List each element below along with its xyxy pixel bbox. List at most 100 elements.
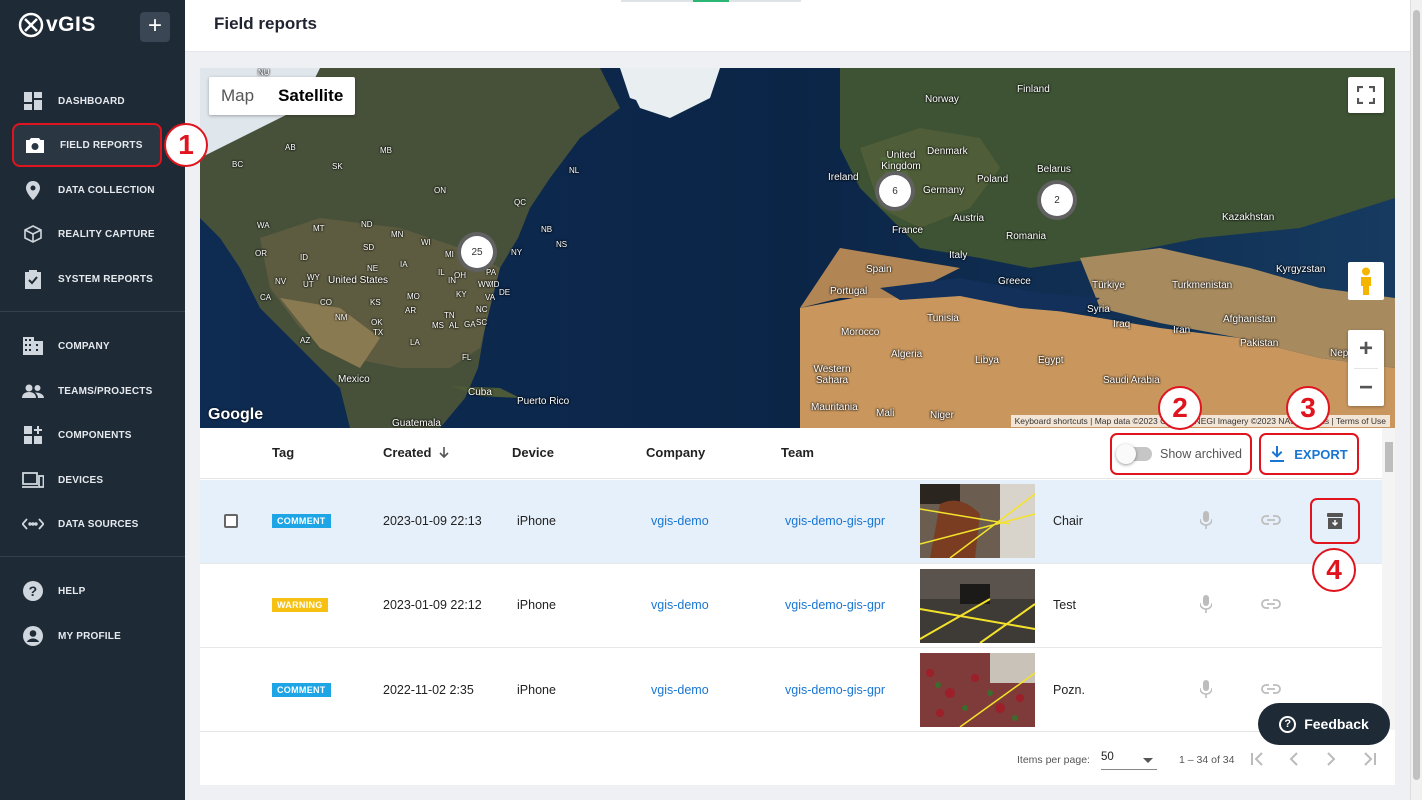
- page-scrollbar-thumb[interactable]: [1413, 10, 1420, 780]
- table-row[interactable]: COMMENT 2023-01-09 22:13 iPhone vgis-dem…: [200, 480, 1382, 564]
- map-label: AR: [405, 306, 417, 315]
- zoom-in-button[interactable]: +: [1348, 330, 1384, 368]
- column-header-created[interactable]: Created: [383, 445, 449, 460]
- code-arrows-icon: [22, 513, 44, 535]
- column-header-company[interactable]: Company: [646, 445, 705, 460]
- sidebar-item-field-reports[interactable]: FIELD REPORTS: [12, 123, 162, 167]
- export-button[interactable]: EXPORT: [1259, 433, 1359, 475]
- map-label: FL: [462, 353, 472, 362]
- street-view-pegman[interactable]: [1348, 262, 1384, 300]
- loading-indicator: [621, 0, 801, 2]
- sidebar-item-label: TEAMS/PROJECTS: [58, 385, 153, 397]
- photo-thumbnail: [920, 653, 1035, 727]
- sidebar-item-help[interactable]: ? HELP: [12, 569, 162, 613]
- add-button[interactable]: +: [140, 12, 170, 42]
- minus-icon: −: [1358, 374, 1373, 401]
- map-label: IA: [400, 260, 408, 269]
- sidebar-item-devices[interactable]: DEVICES: [12, 458, 162, 502]
- map-cluster-marker[interactable]: 2: [1037, 180, 1077, 220]
- microphone-icon[interactable]: [1196, 510, 1216, 530]
- top-bar: Field reports: [185, 0, 1410, 52]
- team-link[interactable]: vgis-demo-gis-gpr: [785, 514, 885, 528]
- map-label: NB: [541, 225, 553, 234]
- items-per-page-select[interactable]: 50: [1101, 748, 1157, 770]
- map-cluster-marker[interactable]: 6: [875, 171, 915, 211]
- company-link[interactable]: vgis-demo: [651, 598, 709, 612]
- map-label: NU: [258, 68, 270, 77]
- microphone-icon[interactable]: [1196, 594, 1216, 614]
- pegman-icon: [1361, 267, 1371, 295]
- sidebar-item-company[interactable]: COMPANY: [12, 324, 162, 368]
- column-header-tag[interactable]: Tag: [272, 445, 294, 460]
- row-checkbox[interactable]: [224, 514, 238, 528]
- map-label: Norway: [925, 94, 959, 105]
- map-label: BC: [232, 160, 244, 169]
- page-scrollbar[interactable]: [1410, 0, 1422, 800]
- map-label: MS: [432, 321, 444, 330]
- map-label: Syria: [1087, 304, 1110, 315]
- table-scrollbar-thumb[interactable]: [1385, 442, 1393, 472]
- map-label: Italy: [949, 250, 968, 261]
- map-attribution[interactable]: Keyboard shortcuts | Map data ©2023 Goog…: [1010, 415, 1390, 427]
- people-icon: [22, 380, 44, 402]
- map-type-control: Map Satellite: [209, 77, 356, 115]
- sidebar-item-system-reports[interactable]: SYSTEM REPORTS: [12, 257, 162, 301]
- table-row[interactable]: COMMENT 2022-11-02 2:35 iPhone vgis-demo…: [200, 648, 1382, 732]
- toggle-switch[interactable]: [1116, 444, 1152, 464]
- report-thumbnail[interactable]: [920, 653, 1035, 727]
- sidebar-item-data-sources[interactable]: DATA SOURCES: [12, 502, 162, 546]
- map-label: Denmark: [927, 146, 968, 157]
- link-icon[interactable]: [1259, 510, 1283, 530]
- team-link[interactable]: vgis-demo-gis-gpr: [785, 683, 885, 697]
- annotation-badge: 1: [164, 123, 208, 167]
- table-scrollbar[interactable]: [1382, 428, 1395, 730]
- plus-icon: +: [1358, 335, 1373, 362]
- link-icon[interactable]: [1259, 594, 1283, 614]
- satellite-imagery: [200, 68, 1395, 428]
- app-logo[interactable]: vGIS: [18, 12, 96, 38]
- last-page-button[interactable]: [1358, 748, 1380, 770]
- map-type-satellite-button[interactable]: Satellite: [266, 77, 355, 115]
- table-row[interactable]: WARNING 2023-01-09 22:12 iPhone vgis-dem…: [200, 564, 1382, 648]
- tag-badge: WARNING: [272, 598, 328, 612]
- previous-page-button[interactable]: [1283, 748, 1305, 770]
- map-label: Romania: [1006, 231, 1047, 242]
- column-header-device[interactable]: Device: [512, 445, 554, 460]
- microphone-icon[interactable]: [1196, 679, 1216, 699]
- company-link[interactable]: vgis-demo: [651, 683, 709, 697]
- next-page-button[interactable]: [1320, 748, 1342, 770]
- map-label: Belarus: [1037, 164, 1071, 175]
- items-per-page-label: Items per page:: [1017, 754, 1090, 766]
- show-archived-toggle[interactable]: Show archived: [1110, 433, 1252, 475]
- device-cell: iPhone: [517, 683, 556, 697]
- link-icon[interactable]: [1259, 679, 1283, 699]
- team-link[interactable]: vgis-demo-gis-gpr: [785, 598, 885, 612]
- map-label: MN: [391, 230, 404, 239]
- sidebar-item-teams-projects[interactable]: TEAMS/PROJECTS: [12, 369, 162, 413]
- map-type-map-button[interactable]: Map: [209, 77, 266, 115]
- page-range-label: 1 – 34 of 34: [1179, 754, 1235, 766]
- fullscreen-button[interactable]: [1348, 77, 1384, 113]
- first-page-button[interactable]: [1247, 748, 1269, 770]
- feedback-button[interactable]: ? Feedback: [1258, 703, 1390, 745]
- report-thumbnail[interactable]: [920, 484, 1035, 558]
- sidebar-item-data-collection[interactable]: DATA COLLECTION: [12, 168, 162, 212]
- column-header-team[interactable]: Team: [781, 445, 814, 460]
- map-label: Morocco: [841, 327, 880, 338]
- map-view[interactable]: Norway Finland Denmark United Kingdom Ir…: [200, 68, 1395, 428]
- map-label: Saudi Arabia: [1103, 375, 1160, 386]
- report-thumbnail[interactable]: [920, 569, 1035, 643]
- map-label: CA: [260, 293, 272, 302]
- map-label: Iraq: [1113, 319, 1131, 330]
- sidebar-item-dashboard[interactable]: DASHBOARD: [12, 79, 162, 123]
- sidebar-item-my-profile[interactable]: MY PROFILE: [12, 614, 162, 658]
- annotation-badge: 3: [1286, 386, 1330, 430]
- zoom-out-button[interactable]: −: [1348, 369, 1384, 407]
- map-cluster-marker[interactable]: 25: [457, 232, 497, 272]
- sidebar-item-components[interactable]: COMPONENTS: [12, 413, 162, 457]
- archive-icon: [1325, 511, 1345, 531]
- tag-badge: COMMENT: [272, 683, 331, 697]
- sidebar-item-reality-capture[interactable]: REALITY CAPTURE: [12, 212, 162, 256]
- company-link[interactable]: vgis-demo: [651, 514, 709, 528]
- map-label: Egypt: [1038, 355, 1064, 366]
